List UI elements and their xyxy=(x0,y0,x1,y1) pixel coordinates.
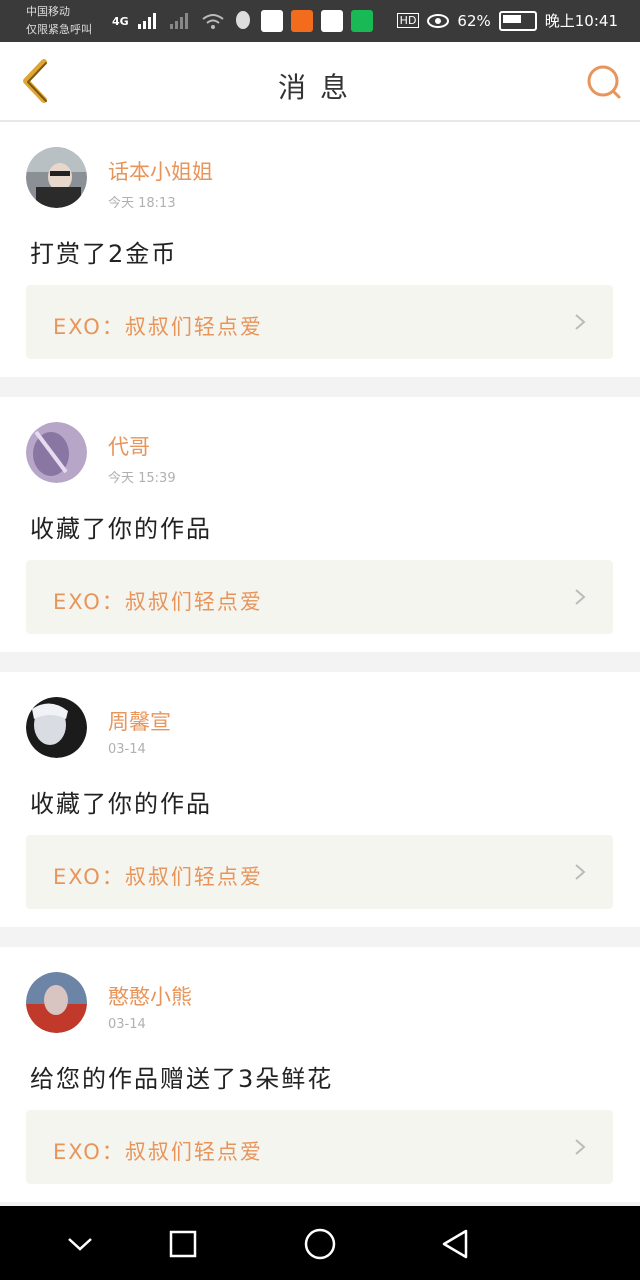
timestamp: 03-14 xyxy=(108,742,146,757)
timestamp: 03-14 xyxy=(108,1017,146,1032)
timestamp: 今天 18:13 xyxy=(108,196,176,211)
home-icon[interactable] xyxy=(300,1224,340,1264)
search-icon[interactable] xyxy=(584,62,624,102)
work-title: EXO：叔叔们轻点爱 xyxy=(53,315,263,339)
signal-icon xyxy=(137,13,156,29)
signal-off-icon xyxy=(169,13,188,29)
message-card: 憨憨小熊 03-14 给您的作品赠送了3朵鲜花 EXO：叔叔们轻点爱 xyxy=(0,947,640,1202)
chevron-right-icon xyxy=(575,314,586,330)
app-notification-icon xyxy=(260,10,283,32)
message-text: 收藏了你的作品 xyxy=(30,515,212,543)
status-bar: 中国移动 仅限紧急呼叫 4G HD 62% 晚上10:41 xyxy=(0,0,640,42)
avatar[interactable] xyxy=(26,697,87,758)
username[interactable]: 憨憨小熊 xyxy=(108,981,192,1011)
wifi-icon xyxy=(202,14,224,29)
message-text: 给您的作品赠送了3朵鲜花 xyxy=(30,1065,334,1093)
work-link[interactable]: EXO：叔叔们轻点爱 xyxy=(26,285,613,359)
back-nav-icon[interactable] xyxy=(436,1224,476,1264)
message-text: 收藏了你的作品 xyxy=(30,790,212,818)
work-link[interactable]: EXO：叔叔们轻点爱 xyxy=(26,560,613,634)
avatar[interactable] xyxy=(26,422,87,483)
chevron-right-icon xyxy=(575,864,586,880)
video-app-icon xyxy=(320,10,343,32)
page-title: 消息 xyxy=(277,71,362,104)
iqiyi-icon xyxy=(350,10,373,32)
timestamp: 今天 15:39 xyxy=(108,471,176,486)
battery-percent: 62% xyxy=(457,11,491,30)
message-card: 话本小姐姐 今天 18:13 打赏了2金币 EXO：叔叔们轻点爱 xyxy=(0,122,640,377)
work-link[interactable]: EXO：叔叔们轻点爱 xyxy=(26,1110,613,1184)
status-icons: 4G xyxy=(112,10,373,32)
work-title: EXO：叔叔们轻点爱 xyxy=(53,865,263,889)
system-nav-bar xyxy=(0,1206,640,1280)
username[interactable]: 话本小姐姐 xyxy=(108,156,213,186)
network-type: 4G xyxy=(112,14,129,28)
recents-icon[interactable] xyxy=(163,1224,203,1264)
work-link[interactable]: EXO：叔叔们轻点爱 xyxy=(26,835,613,909)
avatar[interactable] xyxy=(26,972,87,1033)
carrier-name: 中国移动 xyxy=(26,5,70,18)
battery-icon xyxy=(498,10,537,31)
username[interactable]: 周馨宣 xyxy=(108,706,171,736)
collapse-icon[interactable] xyxy=(60,1224,100,1264)
eye-icon xyxy=(427,13,450,28)
message-card: 代哥 今天 15:39 收藏了你的作品 EXO：叔叔们轻点爱 xyxy=(0,397,640,652)
chevron-right-icon xyxy=(575,1139,586,1155)
message-card: 周馨宣 03-14 收藏了你的作品 EXO：叔叔们轻点爱 xyxy=(0,672,640,927)
chevron-right-icon xyxy=(575,589,586,605)
hd-badge: HD xyxy=(396,13,420,28)
carrier-info: 中国移动 仅限紧急呼叫 xyxy=(26,3,92,39)
work-title: EXO：叔叔们轻点爱 xyxy=(53,590,263,614)
header: 消息 xyxy=(0,42,640,122)
message-list: 话本小姐姐 今天 18:13 打赏了2金币 EXO：叔叔们轻点爱 代哥 今天 1… xyxy=(0,122,640,1222)
clock: 晚上10:41 xyxy=(544,12,618,30)
status-right: HD 62% 晚上10:41 xyxy=(396,10,618,31)
message-text: 打赏了2金币 xyxy=(30,240,178,268)
username[interactable]: 代哥 xyxy=(108,431,150,461)
work-title: EXO：叔叔们轻点爱 xyxy=(53,1140,263,1164)
qq-icon xyxy=(235,11,250,29)
taobao-icon xyxy=(290,10,313,32)
carrier-status: 仅限紧急呼叫 xyxy=(26,23,92,36)
avatar[interactable] xyxy=(26,147,87,208)
